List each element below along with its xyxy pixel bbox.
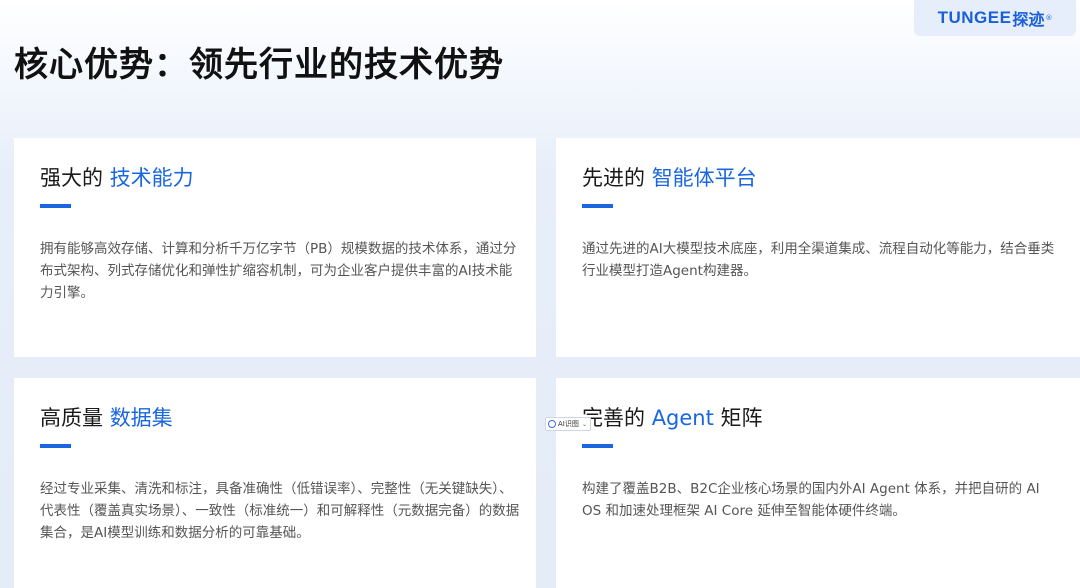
card-description: 通过先进的AI大模型技术底座，利用全渠道集成、流程自动化等能力，结合垂类行业模型… xyxy=(582,241,1055,279)
card-title-prefix: 强大的 xyxy=(40,166,110,190)
ai-chip-label: AI识图 xyxy=(558,420,579,428)
accent-bar xyxy=(582,204,613,208)
brand-logo-latin: TUNGEE xyxy=(937,8,1012,27)
advantage-card-dataset: 高质量 数据集 经过专业采集、清洗和标注，具备准确性（低错误率）、完整性（无关键… xyxy=(14,378,536,588)
card-description: 构建了覆盖B2B、B2C企业核心场景的国内外AI Agent 体系，并把自研的 … xyxy=(582,481,1040,519)
card-description: 经过专业采集、清洗和标注，具备准确性（低错误率）、完整性（无关键缺失）、代表性（… xyxy=(40,481,520,541)
brand-logo: TUNGEE 探迹 ® xyxy=(914,0,1076,36)
card-title-highlight: 智能体平台 xyxy=(651,166,757,190)
brand-registered-mark: ® xyxy=(1045,14,1053,22)
card-title-prefix: 高质量 xyxy=(40,406,110,430)
advantage-card-agent-platform: 先进的 智能体平台 通过先进的AI大模型技术底座，利用全渠道集成、流程自动化等能… xyxy=(556,138,1080,357)
chevron-down-icon: ⌄ xyxy=(581,420,587,428)
card-title: 强大的 技术能力 xyxy=(40,162,194,192)
ai-image-recognition-button[interactable]: AI识图 ⌄ xyxy=(545,417,591,431)
card-title: 完善的 Agent 矩阵 xyxy=(582,402,763,432)
advantage-card-tech-capability: 强大的 技术能力 拥有能够高效存储、计算和分析千万亿字节（PB）规模数据的技术体… xyxy=(14,138,536,357)
page-title: 核心优势：领先行业的技术优势 xyxy=(14,45,504,85)
accent-bar xyxy=(40,444,71,448)
advantage-card-agent-matrix: 完善的 Agent 矩阵 构建了覆盖B2B、B2C企业核心场景的国内外AI Ag… xyxy=(556,378,1080,588)
card-title-highlight: Agent xyxy=(651,406,714,430)
accent-bar xyxy=(40,204,71,208)
card-title-highlight: 技术能力 xyxy=(109,166,194,190)
card-description: 拥有能够高效存储、计算和分析千万亿字节（PB）规模数据的技术体系，通过分布式架构… xyxy=(40,241,517,301)
card-title: 高质量 数据集 xyxy=(40,402,173,432)
card-title-highlight: 数据集 xyxy=(109,406,173,430)
accent-bar xyxy=(582,444,613,448)
card-title-prefix: 先进的 xyxy=(582,166,652,190)
card-title: 先进的 智能体平台 xyxy=(582,162,757,192)
card-title-prefix: 完善的 xyxy=(582,406,652,430)
card-title-suffix: 矩阵 xyxy=(713,406,763,430)
brand-logo-chinese: 探迹 xyxy=(1012,10,1045,29)
ai-scan-icon xyxy=(548,420,556,428)
